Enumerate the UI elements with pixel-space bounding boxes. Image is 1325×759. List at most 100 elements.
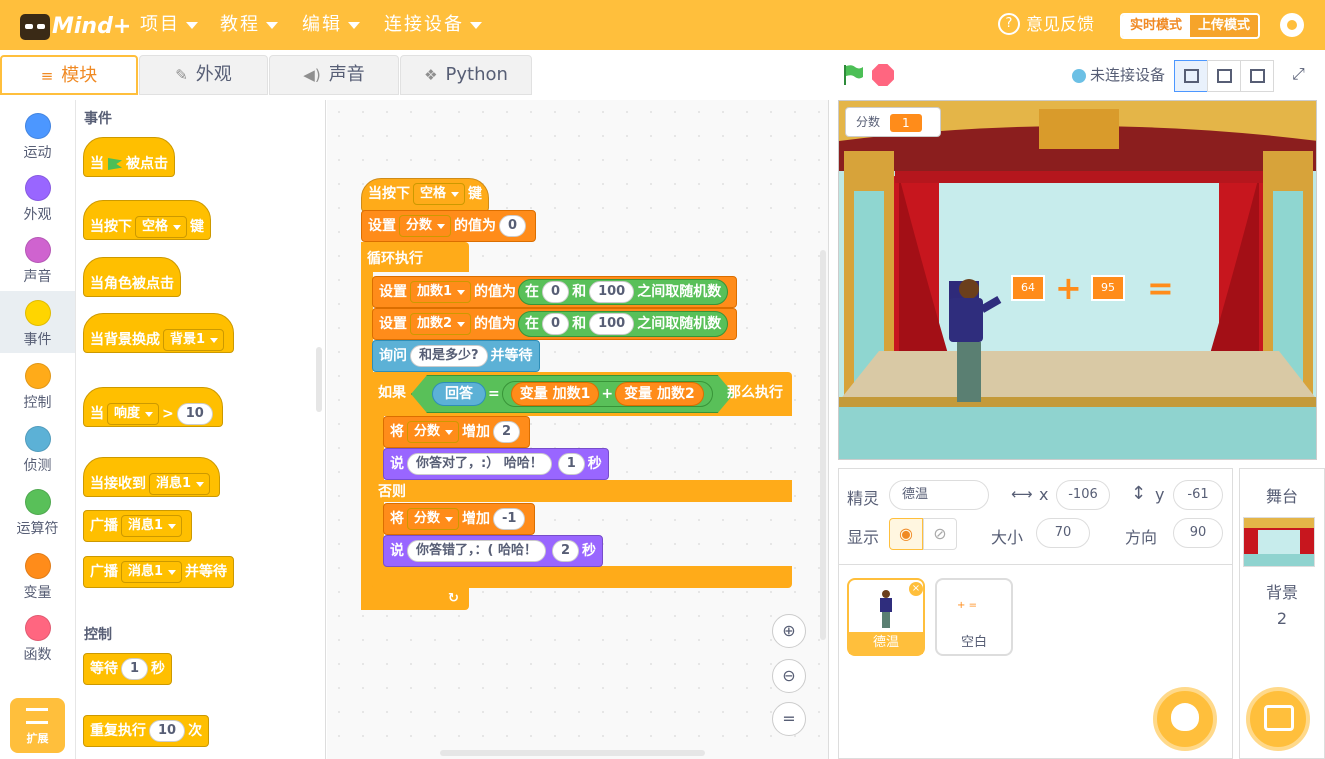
close-icon[interactable]: ×	[909, 582, 923, 596]
feedback-button[interactable]: ? 意见反馈	[998, 13, 1094, 37]
message-dropdown[interactable]: 消息1	[121, 515, 183, 537]
gear-icon[interactable]	[1280, 13, 1304, 37]
say-text-input[interactable]: 你答错了，：( 哈哈！	[407, 540, 546, 562]
variable-dropdown[interactable]: 加数2	[410, 313, 472, 335]
block-when-backdrop-switches[interactable]: 当背景换成 背景1	[83, 313, 235, 353]
green-flag-icon[interactable]	[842, 64, 864, 86]
change-input[interactable]: -1	[493, 508, 526, 530]
workspace-vertical-scrollbar[interactable]	[820, 250, 826, 640]
block-wait[interactable]: 等待 1 秒	[83, 653, 173, 685]
zoom-out-button[interactable]: ⊖	[772, 659, 806, 693]
zoom-in-button[interactable]: ⊕	[772, 614, 806, 648]
script-change-score-plus[interactable]: 将分数 增加 2	[383, 416, 531, 448]
live-mode-button[interactable]: 实时模式	[1122, 15, 1190, 37]
workspace-horizontal-scrollbar[interactable]	[440, 750, 705, 756]
stop-icon[interactable]	[872, 64, 894, 86]
script-say-wrong[interactable]: 说你答错了，：( 哈哈！ 2 秒	[383, 535, 604, 567]
script-set-score[interactable]: 设置 分数 的值为 0	[361, 210, 537, 242]
category-functions[interactable]: 函数	[0, 606, 75, 668]
block-repeat[interactable]: 重复执行 10 次	[83, 715, 210, 747]
answer-reporter[interactable]: 回答	[432, 382, 486, 406]
block-broadcast-and-wait[interactable]: 广播 消息1 并等待	[83, 556, 235, 588]
repeat-input[interactable]: 10	[149, 720, 186, 742]
script-change-score-minus[interactable]: 将分数 增加 -1	[383, 503, 536, 535]
add-reporter[interactable]: 变量 加数1 + 变量 加数2	[502, 381, 713, 407]
category-motion[interactable]: 运动	[0, 104, 75, 166]
question-input[interactable]: 和是多少?	[410, 345, 488, 367]
x-input[interactable]: -106	[1056, 480, 1110, 510]
fullscreen-button[interactable]: ⤢	[1284, 60, 1318, 92]
mind-plus-logo[interactable]: Mind+	[20, 8, 131, 44]
block-when-receive[interactable]: 当接收到 消息1	[83, 457, 221, 497]
direction-input[interactable]: 90	[1173, 518, 1223, 548]
say-seconds-input[interactable]: 1	[557, 453, 585, 475]
category-events[interactable]: 事件	[0, 291, 75, 353]
variable-dropdown[interactable]: 加数1	[410, 281, 472, 303]
variable-reporter-addend2[interactable]: 变量 加数2	[615, 382, 704, 406]
menu-edit[interactable]: 编辑	[302, 0, 360, 50]
backdrop-dropdown[interactable]: 背景1	[163, 329, 225, 351]
script-set-addend2[interactable]: 设置 加数2 的值为在 0 和 100 之间取随机数	[372, 308, 738, 340]
show-sprite-button[interactable]: ◉	[889, 518, 923, 550]
equals-condition[interactable]: 回答 = 变量 加数1 + 变量 加数2	[411, 375, 734, 413]
category-operators[interactable]: 运算符	[0, 480, 75, 542]
y-input[interactable]: -61	[1173, 480, 1223, 510]
tab-blocks[interactable]: ≡ 模块	[0, 55, 138, 95]
value-input[interactable]: 0	[499, 215, 527, 237]
block-when-key-pressed[interactable]: 当按下 空格键	[83, 200, 212, 240]
script-ask-and-wait[interactable]: 询问 和是多少? 并等待	[372, 340, 540, 372]
palette-scrollbar[interactable]	[316, 347, 322, 412]
block-when-flag-clicked[interactable]: 当 被点击	[83, 137, 175, 177]
wait-input[interactable]: 1	[121, 658, 149, 680]
score-monitor[interactable]: 分数 1	[845, 107, 941, 137]
stage-selector[interactable]: 舞台 背景 2	[1239, 468, 1325, 759]
variable-dropdown[interactable]: 分数	[407, 508, 460, 530]
variable-dropdown[interactable]: 分数	[407, 421, 460, 443]
block-when-loudness[interactable]: 当响度 >10	[83, 387, 223, 427]
say-seconds-input[interactable]: 2	[551, 540, 580, 562]
key-dropdown[interactable]: 空格	[135, 216, 188, 238]
random-min-input[interactable]: 0	[542, 281, 570, 303]
layout-normal-stage-button[interactable]	[1207, 60, 1241, 92]
category-sensing[interactable]: 侦测	[0, 417, 75, 479]
tab-sounds[interactable]: ◀) 声音	[269, 55, 399, 95]
change-input[interactable]: 2	[493, 421, 521, 443]
zoom-reset-button[interactable]: =	[772, 702, 806, 736]
block-broadcast[interactable]: 广播 消息1	[83, 510, 193, 542]
random-reporter[interactable]: 在 0 和 100 之间取随机数	[518, 279, 729, 305]
random-max-input[interactable]: 100	[589, 313, 635, 335]
tab-python[interactable]: ❖ Python	[400, 55, 532, 95]
mode-switch[interactable]: 实时模式 上传模式	[1120, 13, 1260, 39]
sprite-name-input[interactable]: 德温	[889, 480, 989, 510]
add-backdrop-button[interactable]	[1246, 687, 1310, 751]
key-dropdown[interactable]: 空格	[413, 183, 466, 205]
category-control[interactable]: 控制	[0, 354, 75, 416]
menu-project[interactable]: 项目	[140, 0, 198, 50]
script-say-correct[interactable]: 说你答对了，:） 哈哈！ 1 秒	[383, 448, 609, 480]
random-min-input[interactable]: 0	[542, 313, 570, 335]
layout-hide-stage-button[interactable]	[1240, 60, 1274, 92]
random-reporter[interactable]: 在 0 和 100 之间取随机数	[518, 311, 729, 337]
sprite-thumb-blank[interactable]: + = 空白	[935, 578, 1013, 656]
tab-costumes[interactable]: ✎ 外观	[139, 55, 268, 95]
category-variables[interactable]: 变量	[0, 544, 75, 606]
message-dropdown[interactable]: 消息1	[121, 561, 183, 583]
menu-tutorial[interactable]: 教程	[220, 0, 278, 50]
loudness-input[interactable]: 10	[176, 403, 213, 425]
variable-reporter-addend1[interactable]: 变量 加数1	[511, 382, 600, 406]
extensions-button[interactable]: 扩展	[10, 698, 65, 753]
add-sprite-button[interactable]	[1153, 687, 1217, 751]
say-text-input[interactable]: 你答对了，:） 哈哈！	[407, 453, 552, 475]
script-set-addend1[interactable]: 设置 加数1 的值为在 0 和 100 之间取随机数	[372, 276, 738, 308]
menu-connect-device[interactable]: 连接设备	[384, 0, 482, 50]
sprite-thumb-devin[interactable]: × 德温	[847, 578, 925, 656]
layout-small-stage-button[interactable]	[1174, 60, 1208, 92]
hide-sprite-button[interactable]: ⊘	[923, 518, 957, 550]
random-max-input[interactable]: 100	[589, 281, 635, 303]
category-sound[interactable]: 声音	[0, 228, 75, 290]
message-dropdown[interactable]: 消息1	[149, 473, 211, 495]
variable-dropdown[interactable]: 分数	[399, 215, 452, 237]
stage-canvas[interactable]: 分数 1 64 + 95 =	[838, 100, 1317, 460]
block-when-sprite-clicked[interactable]: 当角色被点击	[83, 257, 181, 297]
upload-mode-button[interactable]: 上传模式	[1190, 15, 1258, 37]
